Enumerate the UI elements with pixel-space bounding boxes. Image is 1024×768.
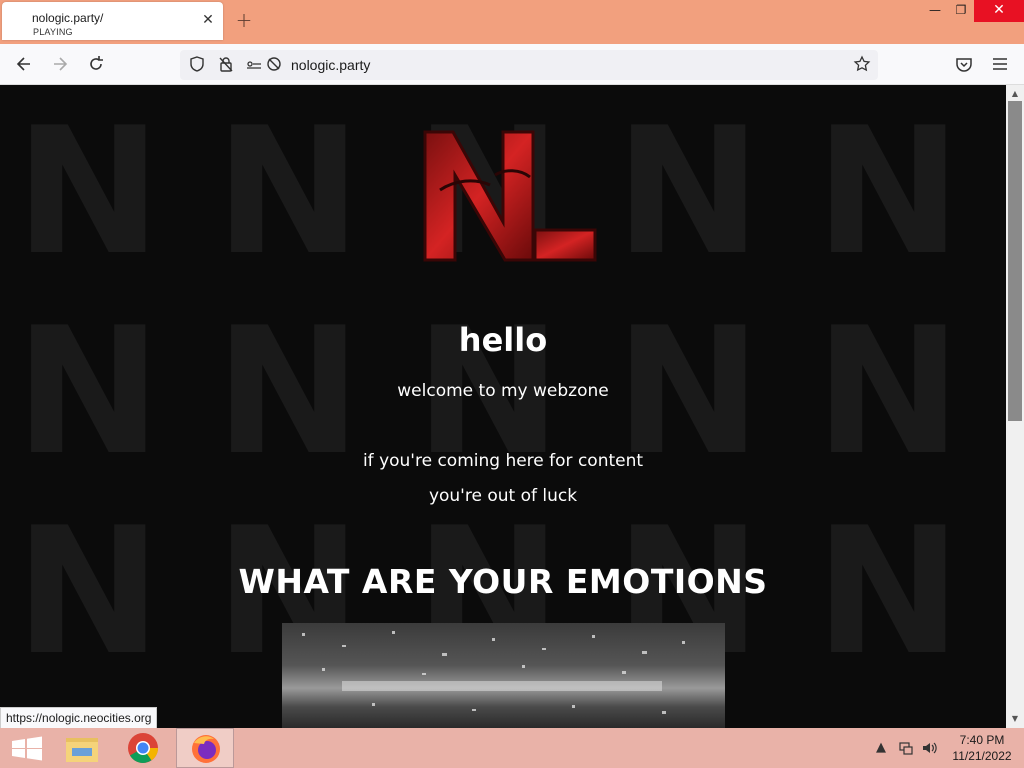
windows-start-icon[interactable] — [0, 728, 58, 768]
background-letter: N — [815, 91, 962, 294]
tracking-protection-icon[interactable] — [187, 55, 207, 75]
volume-icon[interactable] — [921, 740, 937, 760]
tab-title: nologic.party/ — [32, 11, 104, 25]
pocket-icon[interactable] — [954, 54, 974, 74]
clock-time: 7:40 PM — [959, 733, 1005, 747]
background-letter: N — [15, 91, 162, 294]
network-icon[interactable] — [898, 740, 914, 760]
clock-date: 11/21/2022 — [952, 749, 1012, 763]
background-letter: N — [215, 91, 362, 294]
scroll-up-icon[interactable]: ▲ — [1006, 87, 1024, 101]
navigation-bar: nologic.party — [0, 44, 1024, 85]
show-hidden-icons-icon[interactable]: ▲ — [876, 740, 886, 755]
forward-arrow-icon[interactable] — [50, 54, 70, 74]
tab-playing-label: PLAYING — [33, 27, 73, 37]
lock-icon[interactable] — [216, 55, 236, 75]
new-tab-icon[interactable]: + — [234, 10, 254, 30]
firefox-icon[interactable] — [176, 728, 234, 768]
background-letter: N — [615, 91, 762, 294]
browser-tab-strip: nologic.party/ PLAYING ✕ + — ❐ ✕ — [0, 0, 1024, 44]
video-player[interactable] — [282, 623, 725, 728]
page-content: NNNNNNNNNNNNNNN hello welcome to my webz… — [0, 85, 1006, 728]
emotions-heading: WHAT ARE YOUR EMOTIONS — [238, 562, 768, 601]
nl-logo — [420, 130, 600, 270]
scroll-down-icon[interactable]: ▼ — [1006, 712, 1024, 726]
back-arrow-icon[interactable] — [14, 54, 34, 74]
reload-icon[interactable] — [86, 54, 106, 74]
hamburger-menu-icon[interactable] — [990, 54, 1010, 74]
browser-tab[interactable]: nologic.party/ PLAYING ✕ — [2, 2, 223, 40]
welcome-text: welcome to my webzone — [397, 381, 609, 401]
file-explorer-icon[interactable] — [54, 728, 112, 768]
tab-close-icon[interactable]: ✕ — [200, 12, 216, 28]
page-heading: hello — [458, 321, 548, 359]
address-bar[interactable]: nologic.party — [180, 50, 878, 80]
page-scrollbar[interactable]: ▲ ▼ — [1006, 85, 1024, 728]
content-text-line-2: you're out of luck — [428, 486, 578, 506]
content-text-line-1: if you're coming here for content — [362, 451, 644, 471]
scroll-thumb[interactable] — [1008, 101, 1022, 421]
autoplay-blocked-icon[interactable] — [264, 55, 284, 75]
url-text: nologic.party — [291, 57, 371, 73]
status-url-tooltip: https://nologic.neocities.org — [0, 707, 158, 729]
star-icon[interactable] — [852, 55, 872, 75]
window-close-icon[interactable]: ✕ — [974, 0, 1024, 22]
windows-taskbar: ▲ 7:40 PM 11/21/2022 — [0, 728, 1024, 768]
chrome-icon[interactable] — [114, 728, 172, 768]
system-clock[interactable]: 7:40 PM 11/21/2022 — [944, 732, 1020, 764]
restore-icon[interactable]: ❐ — [946, 0, 976, 22]
permissions-icon[interactable] — [244, 55, 264, 75]
